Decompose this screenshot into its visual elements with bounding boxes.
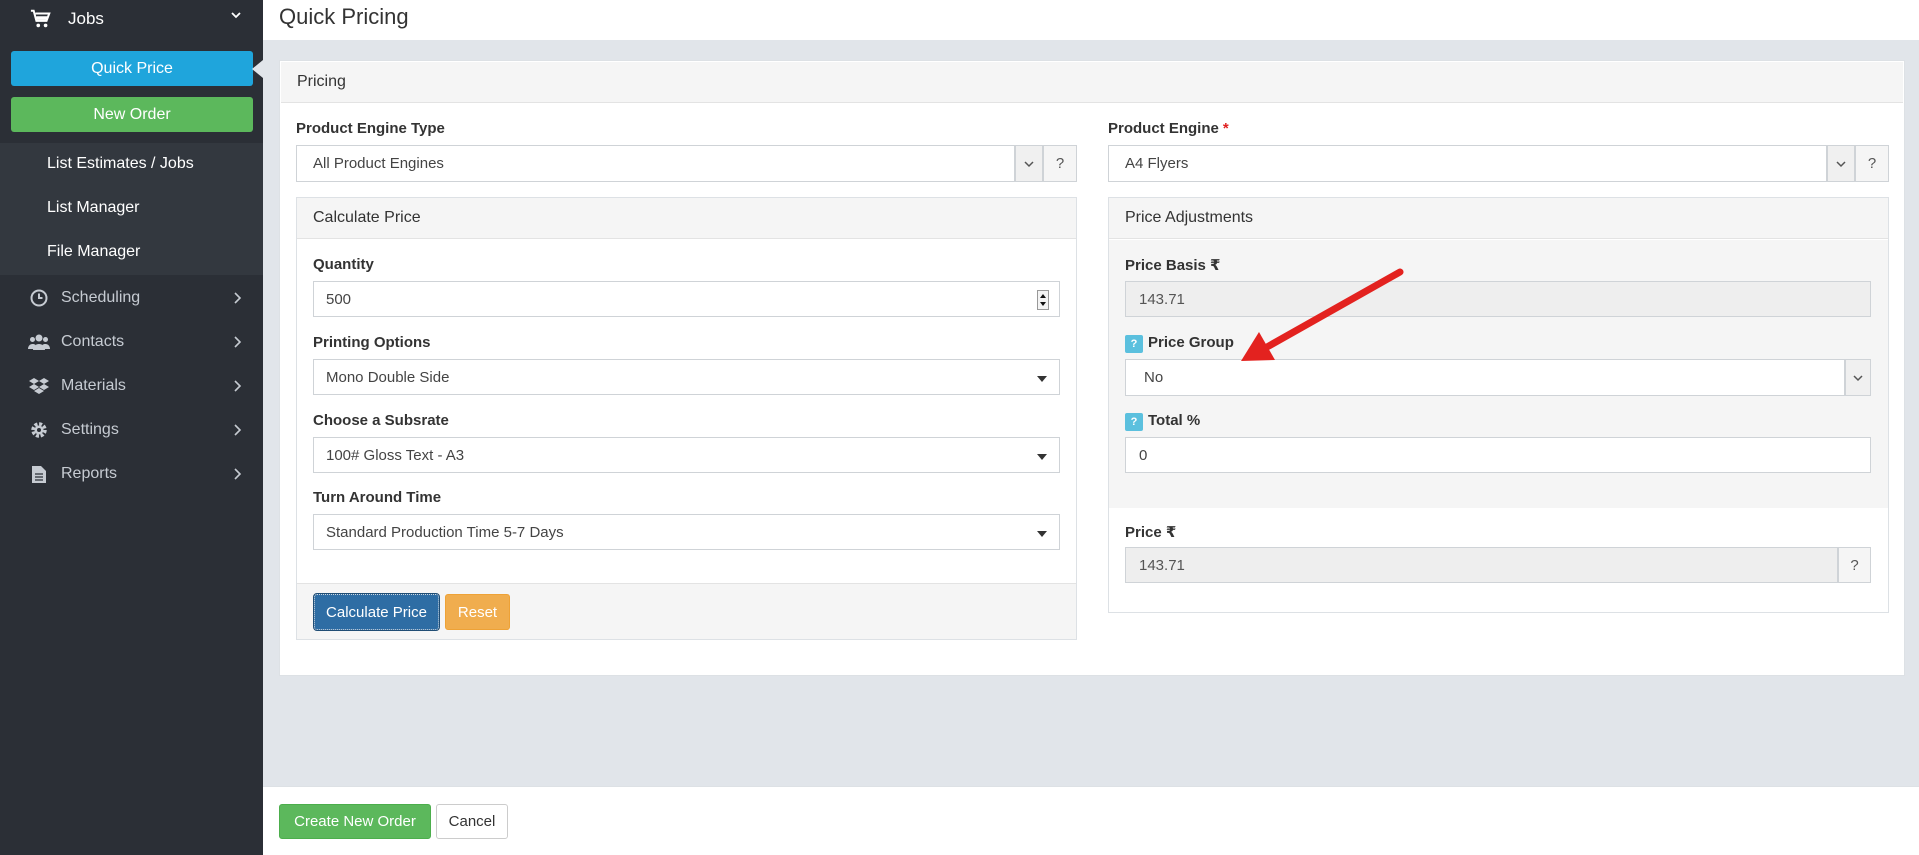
engine-select[interactable]: A4 Flyers — [1108, 145, 1827, 182]
clock-icon — [28, 288, 50, 308]
engine-dropdown-toggle[interactable] — [1827, 145, 1855, 182]
sidebar-item-jobs[interactable]: Jobs — [0, 0, 263, 38]
total-percent-input[interactable]: 0 — [1125, 437, 1871, 473]
jobs-submenu: List Estimates / Jobs List Manager File … — [0, 143, 263, 275]
price-basis-value: 143.71 — [1139, 290, 1185, 308]
printing-options-value: Mono Double Side — [326, 368, 450, 386]
cancel-button[interactable]: Cancel — [436, 804, 508, 839]
users-icon — [28, 332, 50, 352]
price-group-help-icon[interactable]: ? — [1125, 335, 1143, 353]
quick-price-button[interactable]: Quick Price — [11, 51, 253, 86]
chevron-down-icon — [1836, 160, 1846, 167]
substrate-select[interactable]: 100# Gloss Text - A3 — [313, 437, 1060, 473]
engine-type-label: Product Engine Type — [296, 120, 445, 137]
price-help-button[interactable]: ? — [1838, 547, 1871, 583]
price-value: 143.71 — [1139, 556, 1185, 574]
required-marker: * — [1222, 120, 1229, 137]
caret-down-icon — [1037, 454, 1047, 460]
engine-type-value: All Product Engines — [313, 155, 444, 172]
engine-type-dropdown-toggle[interactable] — [1015, 145, 1043, 182]
engine-label-text: Product Engine — [1108, 120, 1219, 137]
quantity-stepper[interactable] — [1037, 290, 1049, 310]
turnaround-label: Turn Around Time — [313, 489, 442, 506]
price-adjustments-title: Price Adjustments — [1109, 198, 1888, 239]
page-header: Quick Pricing — [263, 0, 1919, 40]
price-group-select[interactable]: No — [1125, 359, 1845, 396]
total-help-icon[interactable]: ? — [1125, 413, 1143, 431]
document-icon — [28, 464, 50, 484]
sidebar-item-list-manager[interactable]: List Manager — [47, 199, 140, 217]
page-footer: Create New Order Cancel — [263, 786, 1919, 855]
sidebar-item-label: Scheduling — [61, 289, 141, 306]
page-title: Quick Pricing — [279, 4, 409, 29]
sidebar-item-scheduling[interactable]: Scheduling — [0, 276, 263, 320]
sidebar-item-materials[interactable]: Materials — [0, 364, 263, 408]
price-field: 143.71 — [1125, 547, 1838, 583]
sidebar-item-label: Contacts — [61, 333, 125, 350]
sidebar-item-file-manager[interactable]: File Manager — [47, 243, 140, 261]
substrate-value: 100# Gloss Text - A3 — [326, 446, 465, 464]
chevron-right-icon — [234, 336, 242, 348]
calculate-price-panel: Calculate Price Quantity 500 Printing Op… — [296, 197, 1077, 640]
pricing-panel: Pricing Product Engine Type All Product … — [279, 60, 1905, 676]
create-new-order-button[interactable]: Create New Order — [279, 804, 431, 839]
calculate-price-button[interactable]: Calculate Price — [313, 593, 440, 631]
sidebar-item-list-estimates[interactable]: List Estimates / Jobs — [47, 155, 194, 173]
sidebar-item-label: Reports — [61, 465, 118, 482]
new-order-button[interactable]: New Order — [11, 97, 253, 132]
gear-icon — [28, 420, 50, 440]
sidebar: Jobs Quick Price New Order List Estimate… — [0, 0, 263, 855]
printing-options-select[interactable]: Mono Double Side — [313, 359, 1060, 395]
turnaround-value: Standard Production Time 5-7 Days — [326, 523, 564, 541]
sidebar-item-label: Jobs — [68, 9, 104, 28]
reset-button[interactable]: Reset — [445, 594, 510, 630]
annotation-arrow-icon — [1241, 268, 1404, 361]
sidebar-item-label: Materials — [61, 377, 126, 394]
chevron-right-icon — [234, 424, 242, 436]
engine-help-button[interactable]: ? — [1855, 145, 1889, 182]
quantity-input[interactable]: 500 — [313, 281, 1060, 317]
dropbox-icon — [28, 376, 50, 396]
chevron-right-icon — [234, 380, 242, 392]
sidebar-item-contacts[interactable]: Contacts — [0, 320, 263, 364]
quantity-value: 500 — [326, 290, 352, 308]
chevron-right-icon — [234, 292, 242, 304]
engine-type-select[interactable]: All Product Engines — [296, 145, 1015, 182]
sidebar-item-reports[interactable]: Reports — [0, 452, 263, 496]
engine-label: Product Engine * — [1108, 120, 1229, 137]
calculate-price-footer: Calculate Price Reset — [297, 583, 1076, 639]
engine-value: A4 Flyers — [1125, 155, 1189, 172]
engine-type-help-button[interactable]: ? — [1043, 145, 1077, 182]
active-indicator — [252, 60, 263, 78]
total-percent-label: Total % — [1148, 412, 1201, 429]
chevron-down-icon — [231, 12, 241, 19]
substrate-label: Choose a Subsrate — [313, 412, 449, 429]
quantity-label: Quantity — [313, 256, 374, 273]
cart-icon — [30, 9, 51, 28]
price-basis-label: Price Basis ₹ — [1125, 257, 1221, 274]
sidebar-item-settings[interactable]: Settings — [0, 408, 263, 452]
sidebar-item-label: Settings — [61, 421, 119, 438]
price-adjustments-panel: Price Adjustments Price Basis ₹ 143.71 ?… — [1108, 197, 1889, 613]
calculate-price-title: Calculate Price — [297, 198, 1076, 239]
printing-options-label: Printing Options — [313, 334, 431, 351]
chevron-down-icon — [1853, 374, 1863, 381]
price-group-value: No — [1144, 369, 1164, 386]
caret-down-icon — [1037, 376, 1047, 382]
price-group-label: Price Group — [1148, 334, 1234, 351]
turnaround-select[interactable]: Standard Production Time 5-7 Days — [313, 514, 1060, 550]
price-group-dropdown-toggle[interactable] — [1845, 359, 1871, 396]
total-percent-value: 0 — [1139, 446, 1148, 464]
price-label: Price ₹ — [1125, 524, 1177, 541]
pricing-panel-title: Pricing — [281, 62, 1903, 103]
caret-down-icon — [1037, 531, 1047, 537]
chevron-right-icon — [234, 468, 242, 480]
chevron-down-icon — [1024, 160, 1034, 167]
